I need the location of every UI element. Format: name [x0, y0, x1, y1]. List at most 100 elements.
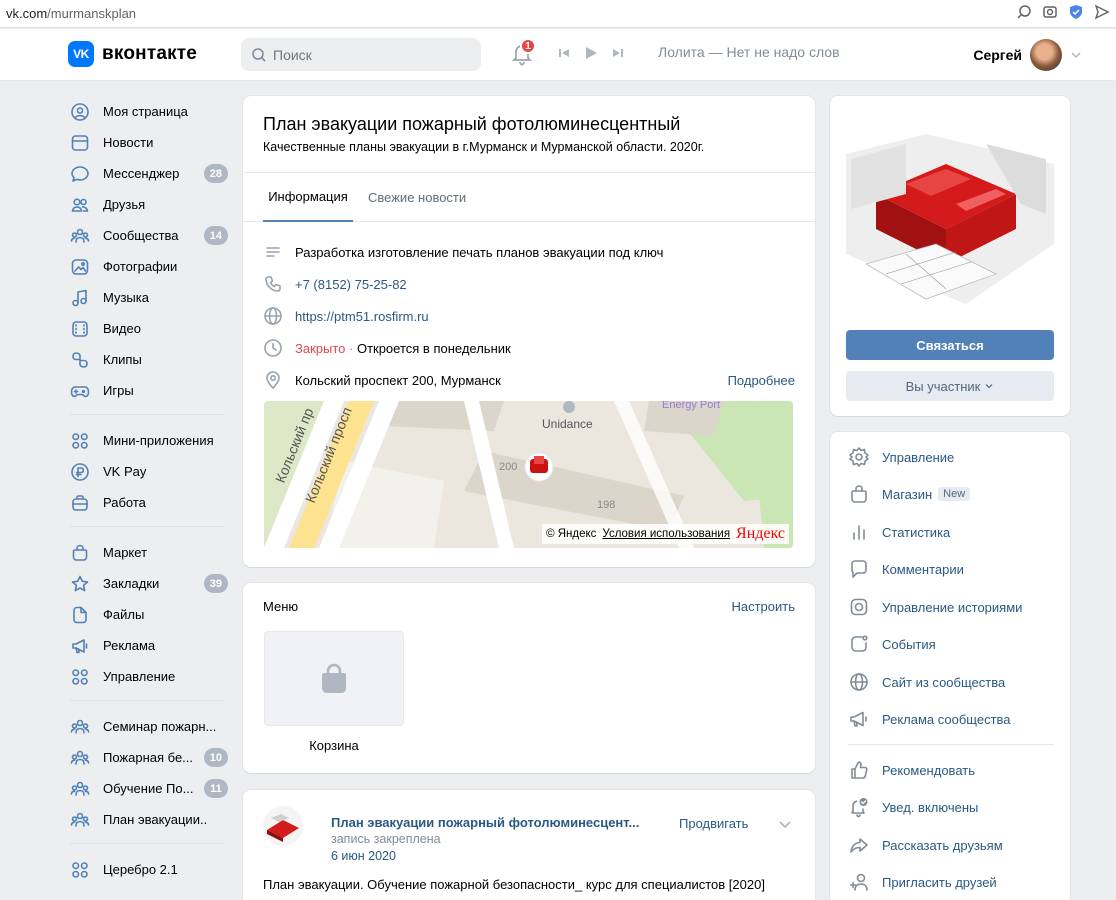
- communities-icon: [70, 719, 90, 734]
- notifications-button[interactable]: 1: [510, 38, 536, 67]
- sidebar-divider: [70, 700, 225, 701]
- comment-icon: [851, 560, 867, 578]
- sidebar-item-mini-apps[interactable]: Мини-приложения: [70, 425, 230, 456]
- address-url[interactable]: vk.com/murmanskplan: [6, 6, 136, 21]
- action-recommend[interactable]: Рекомендовать: [848, 755, 1058, 785]
- friends-icon: [71, 197, 89, 212]
- audio-player: Лолита — Нет не надо слов: [558, 44, 840, 60]
- zoom-icon[interactable]: [1016, 4, 1032, 20]
- sidebar-item-messenger[interactable]: Мессенджер 28: [70, 158, 230, 189]
- search-input[interactable]: [273, 46, 473, 63]
- promote-post-button[interactable]: Продвигать: [679, 816, 748, 831]
- sidebar-item-video[interactable]: Видео: [70, 313, 230, 344]
- sidebar-item-bookmarks[interactable]: Закладки 39: [70, 568, 230, 599]
- sidebar-item-group-evac-plan[interactable]: План эвакуации..: [70, 804, 230, 835]
- sidebar-item-music[interactable]: Музыка: [70, 282, 230, 313]
- group-status: Качественные планы эвакуации в г.Мурманс…: [263, 140, 705, 154]
- menu-tile-cart-label[interactable]: Корзина: [264, 738, 404, 753]
- action-events[interactable]: События: [848, 629, 1058, 659]
- sidebar-item-work[interactable]: Работа: [70, 487, 230, 518]
- avatar: [1030, 39, 1062, 71]
- send-icon[interactable]: [1094, 4, 1110, 20]
- user-menu[interactable]: Сергей: [973, 39, 1081, 71]
- sidebar-item-manage[interactable]: Управление: [70, 661, 230, 692]
- sidebar-item-news[interactable]: Новости: [70, 127, 230, 158]
- phone-link[interactable]: +7 (8152) 75-25-82: [295, 277, 407, 292]
- action-manage-stories[interactable]: Управление историями: [848, 592, 1058, 622]
- left-sidebar: Моя страница Новости Мессенджер 28 Друзь…: [70, 96, 230, 885]
- browser-address-bar[interactable]: vk.com/murmanskplan: [0, 0, 1116, 28]
- info-website[interactable]: https://ptm51.rosfirm.ru: [263, 304, 795, 328]
- communities-count-badge: 14: [203, 226, 228, 245]
- sidebar-item-files[interactable]: Файлы: [70, 599, 230, 630]
- gamepad-icon: [70, 385, 90, 397]
- map-terms-link[interactable]: Условия использования: [602, 528, 730, 540]
- info-phone[interactable]: +7 (8152) 75-25-82: [263, 272, 795, 296]
- megaphone-icon: [850, 711, 867, 727]
- sidebar-item-group-seminar[interactable]: Семинар пожарн...: [70, 711, 230, 742]
- sidebar-item-my-page[interactable]: Моя страница: [70, 96, 230, 127]
- pinned-post: План эвакуации пожарный фотолюминесцент.…: [243, 790, 815, 900]
- sidebar-item-communities[interactable]: Сообщества 14: [70, 220, 230, 251]
- closed-status: Закрыто: [295, 340, 346, 356]
- member-dropdown-button[interactable]: Вы участник: [846, 371, 1054, 401]
- globe-icon: [264, 307, 282, 325]
- tab-info[interactable]: Информация: [263, 173, 353, 222]
- menu-tile-cart[interactable]: [264, 631, 404, 726]
- action-notifications-on[interactable]: Увед. включены: [848, 792, 1058, 822]
- search-icon: [252, 47, 266, 62]
- menu-configure-link[interactable]: Настроить: [731, 599, 795, 614]
- action-shop[interactable]: Магазин New: [848, 479, 1058, 509]
- sidebar-item-vk-pay[interactable]: VK Pay: [70, 456, 230, 487]
- action-comments[interactable]: Комментарии: [848, 554, 1058, 584]
- sidebar-item-ads[interactable]: Реклама: [70, 630, 230, 661]
- sidebar-divider: [70, 843, 225, 844]
- chevron-down-icon: [779, 821, 791, 829]
- post-author-link[interactable]: План эвакуации пожарный фотолюминесцент.…: [331, 815, 639, 830]
- sidebar-item-group-training[interactable]: Обучение По... 11: [70, 773, 230, 804]
- play-icon[interactable]: [584, 46, 598, 60]
- post-pinned-label: запись закреплена: [331, 832, 441, 846]
- yandex-logo[interactable]: Яндекс: [736, 525, 785, 543]
- bar-chart-icon: [853, 525, 865, 540]
- post-author-avatar[interactable]: [263, 806, 303, 846]
- next-track-icon[interactable]: [612, 47, 624, 59]
- sidebar-item-market[interactable]: Маркет: [70, 537, 230, 568]
- sidebar-item-cerebro[interactable]: Церебро 2.1: [70, 854, 230, 885]
- thumbs-up-icon: [851, 761, 868, 779]
- sidebar-item-group-fire-safety[interactable]: Пожарная бе... 10: [70, 742, 230, 773]
- events-icon: [851, 635, 868, 652]
- previous-track-icon[interactable]: [558, 47, 570, 59]
- add-user-icon: [849, 873, 868, 891]
- evacuation-plan-3d-image: [846, 124, 1054, 304]
- vk-logo-text: вконтакте: [102, 43, 198, 64]
- map-poi-label: Energy Port: [662, 401, 721, 411]
- actions-divider: [848, 744, 1054, 745]
- action-invite-friends[interactable]: Пригласить друзей: [848, 867, 1058, 897]
- location-map[interactable]: Кольский пр Кольский просп Unidance Ener…: [264, 401, 793, 548]
- action-community-ads[interactable]: Реклама сообщества: [848, 704, 1058, 734]
- shield-icon[interactable]: [1068, 4, 1084, 20]
- group-count-badge: 11: [204, 779, 228, 798]
- action-statistics[interactable]: Статистика: [848, 517, 1058, 547]
- now-playing-track[interactable]: Лолита — Нет не надо слов: [658, 44, 840, 60]
- screenshot-icon[interactable]: [1042, 4, 1058, 20]
- action-tell-friends[interactable]: Рассказать друзьям: [848, 830, 1058, 860]
- website-link[interactable]: https://ptm51.rosfirm.ru: [295, 309, 429, 324]
- action-site-from-community[interactable]: Сайт из сообщества: [848, 667, 1058, 697]
- contact-button[interactable]: Связаться: [846, 330, 1054, 360]
- sidebar-item-photos[interactable]: Фотографии: [70, 251, 230, 282]
- search-box[interactable]: [241, 38, 481, 71]
- sidebar-item-clips[interactable]: Клипы: [70, 344, 230, 375]
- vk-logo[interactable]: VK вконтакте: [68, 41, 197, 67]
- shopping-bag-icon: [322, 663, 346, 693]
- post-options-button[interactable]: [777, 816, 793, 832]
- apps-grid-icon: [72, 432, 88, 449]
- sidebar-item-friends[interactable]: Друзья: [70, 189, 230, 220]
- tab-latest-news[interactable]: Свежие новости: [368, 173, 466, 222]
- post-date-link[interactable]: 6 июн 2020: [331, 849, 396, 863]
- bell-check-icon: [851, 798, 868, 818]
- action-manage[interactable]: Управление: [848, 442, 1058, 472]
- sidebar-item-games[interactable]: Игры: [70, 375, 230, 406]
- address-more-link[interactable]: Подробнее: [728, 373, 795, 388]
